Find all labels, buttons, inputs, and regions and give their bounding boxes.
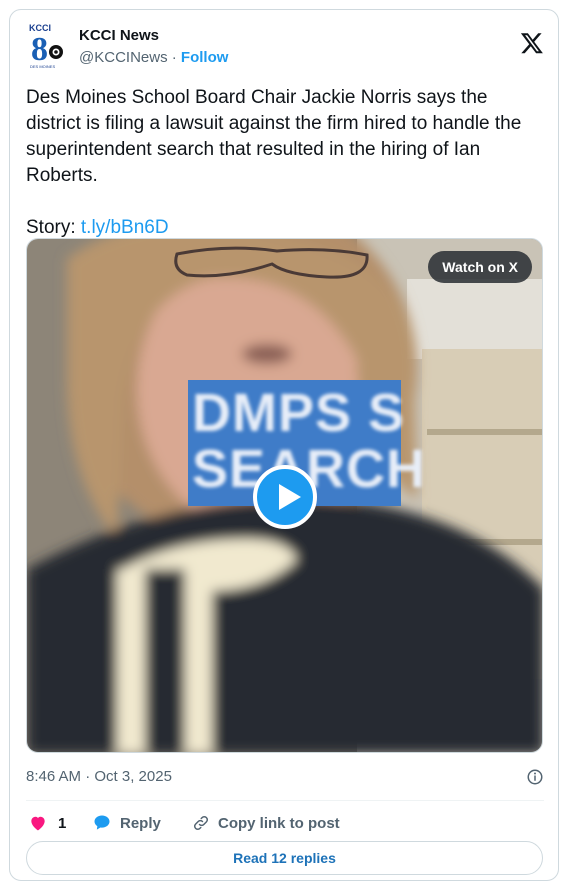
story-link[interactable]: t.ly/bBn6D [81,217,169,238]
handle-row: @KCCINews · Follow [79,49,228,66]
follow-link[interactable]: Follow [181,49,229,66]
link-icon [193,815,209,831]
reply-bubble-icon [94,815,110,830]
like-button[interactable]: 1 [28,810,66,836]
play-icon [279,484,301,510]
play-button[interactable] [253,465,317,529]
x-logo-icon[interactable] [520,31,544,55]
info-icon[interactable] [526,768,544,786]
post-header: KCCI 8 DES MOINES KCCI News @KCCINews · … [26,22,544,70]
separator-dot: · [171,49,177,66]
avatar-number: 8 [31,31,48,68]
copy-link-button[interactable]: Copy link to post [192,810,340,836]
account-avatar[interactable]: KCCI 8 DES MOINES [26,22,70,70]
read-replies-button[interactable]: Read 12 replies [26,841,543,875]
post-body: Des Moines School Board Chair Jackie Nor… [26,87,522,186]
account-name[interactable]: KCCI News [79,27,159,44]
video-player[interactable]: Watch on X DMPS S SEARCH [26,238,543,753]
post-actions: 1 Reply Copy link to post [26,810,544,836]
divider [26,800,544,801]
account-handle[interactable]: @KCCINews [79,49,168,66]
post-text: Des Moines School Board Chair Jackie Nor… [26,85,546,241]
overlay-text-line-1: DMPS S [192,383,406,443]
like-count: 1 [58,814,67,832]
post-timestamp[interactable]: 8:46 AM · Oct 3, 2025 [26,768,172,785]
copy-link-label: Copy link to post [218,814,340,832]
story-label: Story: [26,217,76,238]
reply-button[interactable]: Reply [92,810,161,836]
kcci-logo-icon: KCCI 8 DES MOINES [26,22,70,70]
embedded-post-card: KCCI 8 DES MOINES KCCI News @KCCINews · … [9,9,559,881]
reply-label: Reply [120,814,161,832]
watch-on-x-button[interactable]: Watch on X [428,251,532,283]
heart-icon [31,816,45,831]
avatar-text-bottom: DES MOINES [30,64,55,69]
post-meta: 8:46 AM · Oct 3, 2025 [26,765,544,789]
